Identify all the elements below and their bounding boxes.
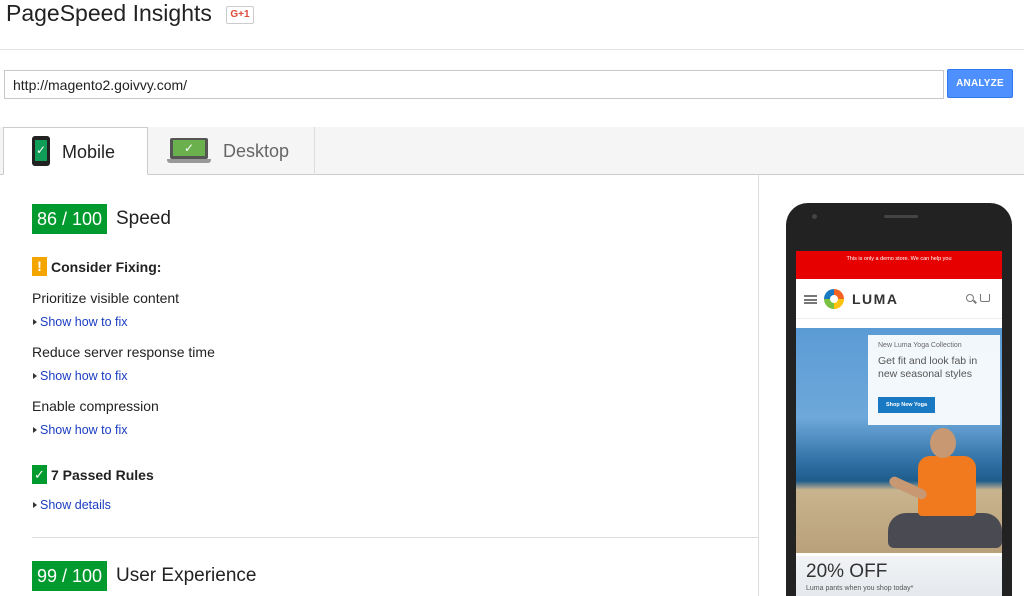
tab-strip: ✓ Mobile ✓ Desktop [0,127,1024,175]
hero-banner: New Luma Yoga Collection Get fit and loo… [796,328,1002,553]
results-divider [758,175,759,596]
demo-store-notice: This is only a demo store. We can help y… [796,251,1002,279]
rule-prioritize-visible-content: Prioritize visible content [32,290,180,306]
promo-kicker: New Luma Yoga Collection [878,342,962,349]
pagespeed-page: PageSpeed Insights G+1 ANALYZE ✓ Mobile … [0,0,1024,596]
mobile-preview-device: This is only a demo store. We can help y… [786,203,1012,596]
speaker-grille [884,215,918,218]
check-icon: ✓ [32,465,47,484]
app-title: PageSpeed Insights [6,0,212,26]
rule-reduce-server-response-time: Reduce server response time [32,344,215,360]
cart-icon [980,294,990,302]
expand-triangle-icon [33,427,37,433]
expand-triangle-icon [33,319,37,325]
search-icon [966,294,974,302]
tab-mobile[interactable]: ✓ Mobile [3,127,148,175]
rule-enable-compression: Enable compression [32,398,159,414]
show-details-link[interactable]: Show details [33,498,111,512]
google-plus-button[interactable]: G+1 [226,6,254,24]
shop-new-yoga-button: Shop New Yoga [878,397,935,413]
yoga-woman-image [878,428,1002,558]
url-input[interactable] [4,70,944,99]
header: PageSpeed Insights G+1 [0,0,1024,50]
section-divider [32,537,758,538]
expand-triangle-icon [33,373,37,379]
show-how-to-fix-link[interactable]: Show how to fix [33,369,128,383]
speed-label: Speed [116,208,171,229]
luma-logo-icon [824,289,844,309]
sale-subtitle: Luma pants when you shop today* [806,585,914,592]
luma-logo-text: LUMA [852,291,899,307]
tab-desktop-label: Desktop [223,141,290,161]
sale-panel: 20% OFF Luma pants when you shop today* [796,556,1002,596]
expand-triangle-icon [33,502,37,508]
desktop-monitor-icon: ✓ [167,138,211,164]
promo-card: New Luma Yoga Collection Get fit and loo… [868,335,1000,425]
analyze-button[interactable]: ANALYZE [947,69,1013,98]
passed-rules-heading: 7 Passed Rules [51,467,154,483]
tab-mobile-label: Mobile [62,142,116,162]
show-how-to-fix-link[interactable]: Show how to fix [33,423,128,437]
ux-score-badge: 99 / 100 [32,561,108,591]
sale-title: 20% OFF [806,561,888,582]
mobile-phone-icon: ✓ [32,136,50,166]
promo-headline: Get fit and look fab in new seasonal sty… [878,355,978,380]
ux-label: User Experience [116,565,257,586]
hamburger-menu-icon [804,295,817,304]
site-header: LUMA [796,279,1002,319]
preview-screen: This is only a demo store. We can help y… [796,251,1002,596]
consider-fixing-heading: Consider Fixing: [51,259,162,275]
show-how-to-fix-link[interactable]: Show how to fix [33,315,128,329]
speed-score-badge: 86 / 100 [32,204,108,234]
camera-icon [812,214,817,219]
tab-desktop[interactable]: ✓ Desktop [148,127,315,175]
warning-icon: ! [32,257,47,276]
